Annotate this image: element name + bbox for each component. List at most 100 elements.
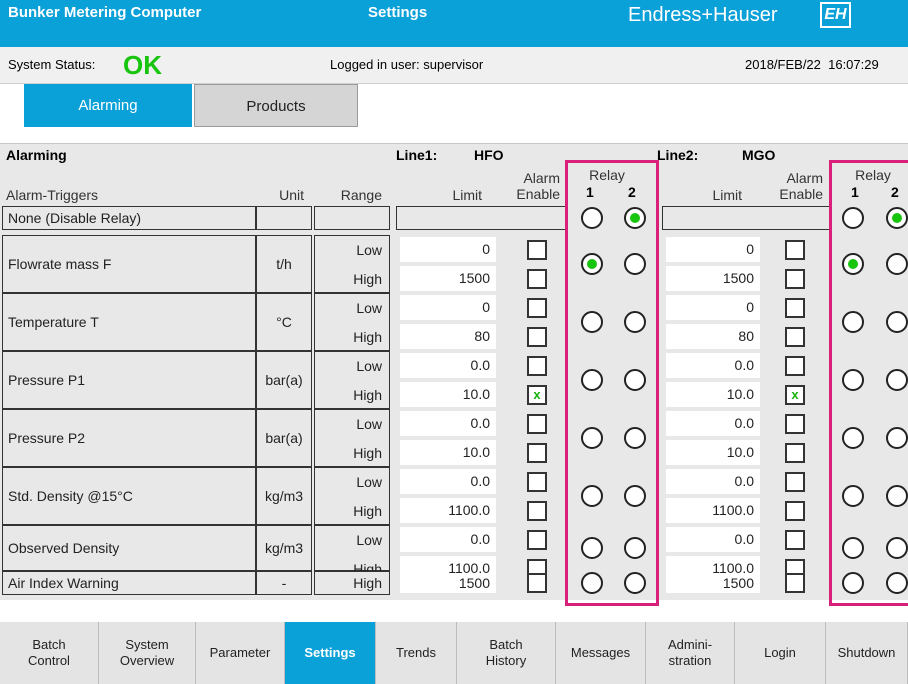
limit-input-line2[interactable]: 80 bbox=[666, 324, 760, 349]
alarm-enable-checkbox-line1[interactable] bbox=[527, 355, 547, 376]
alarm-enable-checkbox-line1[interactable] bbox=[527, 573, 547, 593]
nav-shutdown-button[interactable]: Shutdown bbox=[826, 622, 908, 684]
limit-input-line1[interactable]: 0 bbox=[400, 237, 496, 262]
line2-label: Line2: bbox=[657, 147, 699, 163]
alarm-enable-checkbox-line2[interactable] bbox=[785, 326, 805, 347]
alarm-enable-checkbox-line2[interactable] bbox=[785, 413, 805, 434]
limit-input-line1[interactable]: 0.0 bbox=[400, 469, 496, 494]
alarm-enable-checkbox-line2[interactable] bbox=[785, 297, 805, 318]
logged-in-user: Logged in user: supervisor bbox=[330, 57, 484, 72]
alarm-enable-checkbox-line1[interactable] bbox=[527, 500, 547, 521]
trigger-name: Observed Density bbox=[8, 540, 120, 556]
nav-parameter-button[interactable]: Parameter bbox=[196, 622, 285, 684]
nav-login-button[interactable]: Login bbox=[735, 622, 826, 684]
col-enable-line2: Enable bbox=[779, 186, 823, 202]
alarm-enable-checkbox-line1[interactable] bbox=[527, 471, 547, 492]
limit-input-line1[interactable]: 0.0 bbox=[400, 353, 496, 378]
nav-batchhistory-button[interactable]: Batch History bbox=[457, 622, 556, 684]
nav-batchcontrol-button[interactable]: Batch Control bbox=[0, 622, 99, 684]
alarm-enable-checkbox-line2[interactable] bbox=[785, 573, 805, 593]
alarm-enable-checkbox-line2[interactable] bbox=[785, 529, 805, 550]
line2-product: MGO bbox=[742, 147, 776, 163]
range-label: High bbox=[353, 386, 382, 403]
alarm-enable-checkbox-line2[interactable] bbox=[785, 442, 805, 463]
nav-messages-button[interactable]: Messages bbox=[556, 622, 646, 684]
unit-value: kg/m3 bbox=[264, 488, 304, 504]
alarm-enable-checkbox-line2[interactable] bbox=[785, 500, 805, 521]
unit-value: bar(a) bbox=[265, 430, 303, 446]
nav-trends-button[interactable]: Trends bbox=[376, 622, 457, 684]
alarm-enable-checkbox-line2[interactable]: x bbox=[785, 384, 805, 405]
limit-input-line2[interactable]: 0.0 bbox=[666, 527, 760, 552]
alarm-enable-checkbox-line1[interactable] bbox=[527, 297, 547, 318]
limit-input-line1[interactable]: 80 bbox=[400, 324, 496, 349]
limit-input-line1[interactable]: 10.0 bbox=[400, 382, 496, 407]
limit-input-line2[interactable]: 0 bbox=[666, 295, 760, 320]
nav-systemoverview-button[interactable]: System Overview bbox=[99, 622, 196, 684]
trigger-name: Air Index Warning bbox=[8, 575, 119, 591]
line1-disabled-cell bbox=[396, 206, 568, 230]
col-alarm-triggers: Alarm-Triggers bbox=[6, 187, 99, 203]
alarm-enable-checkbox-line2[interactable] bbox=[785, 268, 805, 289]
status-bar: System Status: OK Logged in user: superv… bbox=[0, 47, 908, 84]
range-label: Low bbox=[356, 299, 382, 316]
unit-value: °C bbox=[276, 314, 292, 330]
limit-input-line2[interactable]: 0.0 bbox=[666, 411, 760, 436]
tab-alarming[interactable]: Alarming bbox=[24, 84, 192, 127]
alarm-enable-checkbox-line2[interactable] bbox=[785, 239, 805, 260]
limit-input-line1[interactable]: 10.0 bbox=[400, 440, 496, 465]
col-limit-line1: Limit bbox=[452, 187, 482, 203]
relay-highlight-line2 bbox=[829, 160, 908, 606]
col-range: Range bbox=[340, 187, 382, 203]
nav-administration-button[interactable]: Admini- stration bbox=[646, 622, 735, 684]
limit-input-line1[interactable]: 1100.0 bbox=[400, 498, 496, 523]
trigger-name: Flowrate mass F bbox=[8, 256, 112, 272]
app-title: Bunker Metering Computer bbox=[8, 4, 202, 21]
line1-product: HFO bbox=[474, 147, 504, 163]
unit-cell bbox=[256, 206, 312, 230]
limit-input-line1[interactable]: 0.0 bbox=[400, 411, 496, 436]
limit-input-line1[interactable]: 1500 bbox=[400, 266, 496, 291]
alarm-enable-checkbox-line1[interactable] bbox=[527, 442, 547, 463]
trigger-name: Temperature T bbox=[8, 314, 99, 330]
limit-input-line1[interactable]: 1500 bbox=[400, 573, 496, 593]
limit-input-line1[interactable]: 0.0 bbox=[400, 527, 496, 552]
limit-input-line2[interactable]: 1100.0 bbox=[666, 498, 760, 523]
limit-input-line2[interactable]: 0.0 bbox=[666, 469, 760, 494]
alarm-enable-checkbox-line1[interactable] bbox=[527, 268, 547, 289]
trigger-name: Pressure P1 bbox=[8, 372, 86, 388]
limit-input-line1[interactable]: 0 bbox=[400, 295, 496, 320]
brand-logo-icon: EH bbox=[820, 2, 851, 28]
system-status-label: System Status: bbox=[8, 57, 96, 72]
unit-value: t/h bbox=[276, 256, 292, 272]
alarm-enable-checkbox-line1[interactable] bbox=[527, 529, 547, 550]
limit-input-line2[interactable]: 1500 bbox=[666, 266, 760, 291]
alarm-enable-checkbox-line1[interactable] bbox=[527, 239, 547, 260]
range-label: Low bbox=[356, 415, 382, 432]
alarm-enable-checkbox-line1[interactable] bbox=[527, 413, 547, 434]
unit-value: - bbox=[281, 575, 287, 591]
alarm-enable-checkbox-line1[interactable] bbox=[527, 326, 547, 347]
limit-input-line2[interactable]: 10.0 bbox=[666, 440, 760, 465]
brand-logo-text: Endress+Hauser bbox=[628, 4, 778, 26]
system-status-value: OK bbox=[123, 50, 162, 80]
range-label: Low bbox=[356, 473, 382, 490]
alarm-enable-checkbox-line2[interactable] bbox=[785, 471, 805, 492]
nav-settings-button[interactable]: Settings bbox=[285, 622, 376, 684]
limit-input-line2[interactable]: 0.0 bbox=[666, 353, 760, 378]
limit-input-line2[interactable]: 10.0 bbox=[666, 382, 760, 407]
range-label: High bbox=[353, 328, 382, 345]
tab-products[interactable]: Products bbox=[194, 84, 358, 127]
unit-value: kg/m3 bbox=[264, 540, 304, 556]
title-bar: Bunker Metering Computer Settings Endres… bbox=[0, 0, 908, 47]
col-alarm-line2: Alarm bbox=[786, 170, 823, 186]
alarm-enable-checkbox-line2[interactable] bbox=[785, 355, 805, 376]
page-title: Settings bbox=[368, 4, 428, 21]
line1-label: Line1: bbox=[396, 147, 438, 163]
trigger-name: Std. Density @15°C bbox=[8, 488, 133, 504]
alarm-enable-checkbox-line1[interactable]: x bbox=[527, 384, 547, 405]
limit-input-line2[interactable]: 0 bbox=[666, 237, 760, 262]
col-enable-line1: Enable bbox=[516, 186, 560, 202]
range-label: High bbox=[353, 502, 382, 519]
limit-input-line2[interactable]: 1500 bbox=[666, 573, 760, 593]
